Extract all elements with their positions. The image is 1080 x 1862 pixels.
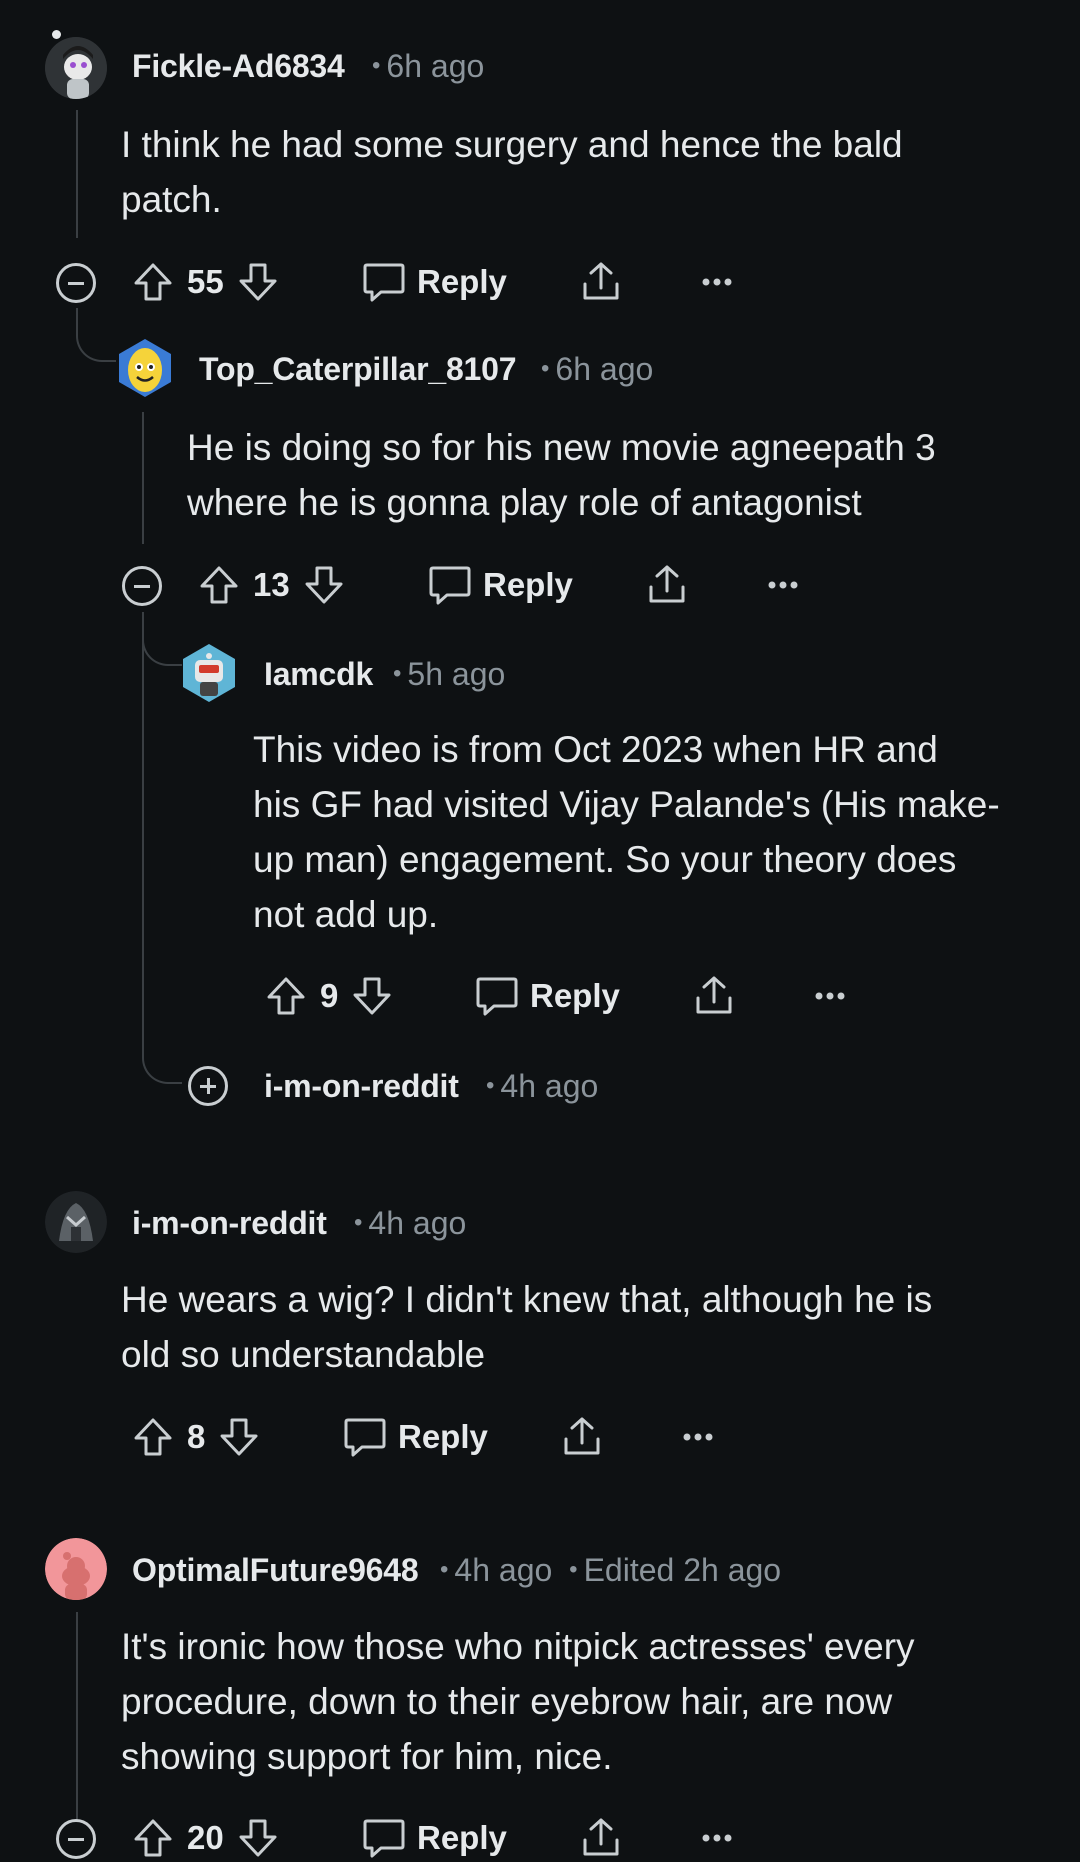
vote-group: 20 xyxy=(131,1810,280,1862)
reply-button[interactable]: Reply xyxy=(427,557,573,613)
upvote-arrow-icon[interactable] xyxy=(264,974,308,1018)
reply-button[interactable]: Reply xyxy=(361,1810,507,1862)
reply-button[interactable]: Reply xyxy=(342,1409,488,1465)
thread-connector xyxy=(142,612,182,666)
thread-line xyxy=(142,412,144,544)
default-snoo-avatar-icon xyxy=(45,1538,107,1600)
speech-bubble-icon xyxy=(342,1415,388,1459)
share-button[interactable] xyxy=(692,968,736,1024)
ellipsis-icon xyxy=(701,1833,733,1843)
share-button[interactable] xyxy=(560,1409,604,1465)
ellipsis-icon xyxy=(682,1432,714,1442)
comment-body: I think he had some surgery and hence th… xyxy=(121,124,903,220)
vote-group: 8 xyxy=(131,1409,261,1465)
avatar[interactable] xyxy=(45,1538,107,1600)
downvote-arrow-icon[interactable] xyxy=(236,1816,280,1860)
speech-bubble-icon xyxy=(474,974,520,1018)
collapse-minus-icon[interactable] xyxy=(56,263,96,303)
vote-group: 9 xyxy=(264,968,394,1024)
comment-username[interactable]: Top_Caterpillar_8107 xyxy=(199,351,517,388)
vote-count: 55 xyxy=(187,263,224,300)
speech-bubble-icon xyxy=(427,563,473,607)
more-options-button[interactable] xyxy=(701,254,733,310)
share-upload-icon xyxy=(579,1816,623,1860)
armored-snoo-avatar-icon xyxy=(45,1191,107,1253)
avatar[interactable] xyxy=(178,642,240,704)
downvote-arrow-icon[interactable] xyxy=(217,1415,261,1459)
comment-body: This video is from Oct 2023 when HR and … xyxy=(253,729,1000,935)
comment-timestamp: • 5h ago xyxy=(393,656,506,692)
share-button[interactable] xyxy=(579,254,623,310)
comment-timestamp: • 4h ago xyxy=(486,1068,599,1104)
reply-label: Reply xyxy=(417,1819,507,1856)
vote-group: 13 xyxy=(197,557,346,613)
comment-body: He wears a wig? I didn't knew that, alth… xyxy=(121,1279,933,1375)
thread-connector xyxy=(76,308,116,362)
ellipsis-icon xyxy=(814,991,846,1001)
comment-username[interactable]: i-m-on-reddit xyxy=(264,1068,459,1105)
thread-line xyxy=(76,110,78,238)
collapse-minus-icon[interactable] xyxy=(122,566,162,606)
more-options-button[interactable] xyxy=(682,1409,714,1465)
collapse-minus-icon[interactable] xyxy=(56,1819,96,1859)
snoo-avatar-icon xyxy=(45,37,107,99)
upvote-arrow-icon[interactable] xyxy=(131,260,175,304)
comment-username[interactable]: Iamcdk xyxy=(264,656,373,693)
avatar[interactable] xyxy=(45,1191,107,1253)
reply-label: Reply xyxy=(417,263,507,300)
upvote-arrow-icon[interactable] xyxy=(197,563,241,607)
thread-connector xyxy=(142,1030,182,1084)
speech-bubble-icon xyxy=(361,1816,407,1860)
reply-label: Reply xyxy=(530,977,620,1014)
vote-count: 13 xyxy=(253,566,290,603)
vote-group: 55 xyxy=(131,254,280,310)
avatar[interactable] xyxy=(45,37,107,99)
comment-timestamp: • 6h ago xyxy=(541,351,654,387)
reply-button[interactable]: Reply xyxy=(474,968,620,1024)
share-button[interactable] xyxy=(645,557,689,613)
thread-line xyxy=(76,1612,78,1820)
comment-body: It's ironic how those who nitpick actres… xyxy=(121,1626,915,1777)
vote-count: 9 xyxy=(320,977,339,1014)
robot-snoo-avatar-icon xyxy=(183,644,235,702)
more-options-button[interactable] xyxy=(814,968,846,1024)
expand-plus-icon[interactable] xyxy=(188,1066,228,1106)
comment-username[interactable]: OptimalFuture9648 xyxy=(132,1552,419,1589)
share-button[interactable] xyxy=(579,1810,623,1862)
more-options-button[interactable] xyxy=(767,557,799,613)
share-upload-icon xyxy=(560,1415,604,1459)
avatar-badge xyxy=(52,30,61,39)
downvote-arrow-icon[interactable] xyxy=(350,974,394,1018)
comment-timestamp: • 4h ago • Edited 2h ago xyxy=(440,1552,782,1588)
share-upload-icon xyxy=(645,563,689,607)
upvote-arrow-icon[interactable] xyxy=(131,1816,175,1860)
share-upload-icon xyxy=(579,260,623,304)
vote-count: 8 xyxy=(187,1418,206,1455)
comment-body: He is doing so for his new movie agneepa… xyxy=(187,427,936,523)
comment-timestamp: • 4h ago xyxy=(354,1205,467,1241)
reply-label: Reply xyxy=(483,566,573,603)
edited-label: Edited 2h ago xyxy=(583,1552,782,1588)
vote-count: 20 xyxy=(187,1819,224,1856)
ellipsis-icon xyxy=(701,277,733,287)
comment-thread: Fickle-Ad6834 • 6h ago I think he had som… xyxy=(0,0,1080,1862)
ellipsis-icon xyxy=(767,580,799,590)
speech-bubble-icon xyxy=(361,260,407,304)
comment-username[interactable]: Fickle-Ad6834 xyxy=(132,48,345,85)
reply-label: Reply xyxy=(398,1418,488,1455)
share-upload-icon xyxy=(692,974,736,1018)
upvote-arrow-icon[interactable] xyxy=(131,1415,175,1459)
downvote-arrow-icon[interactable] xyxy=(236,260,280,304)
banana-snoo-avatar-icon xyxy=(119,339,171,397)
more-options-button[interactable] xyxy=(701,1810,733,1862)
downvote-arrow-icon[interactable] xyxy=(302,563,346,607)
comment-timestamp: • 6h ago xyxy=(372,48,485,84)
thread-line xyxy=(142,612,144,1032)
avatar[interactable] xyxy=(114,337,176,399)
reply-button[interactable]: Reply xyxy=(361,254,507,310)
comment-username[interactable]: i-m-on-reddit xyxy=(132,1205,327,1242)
